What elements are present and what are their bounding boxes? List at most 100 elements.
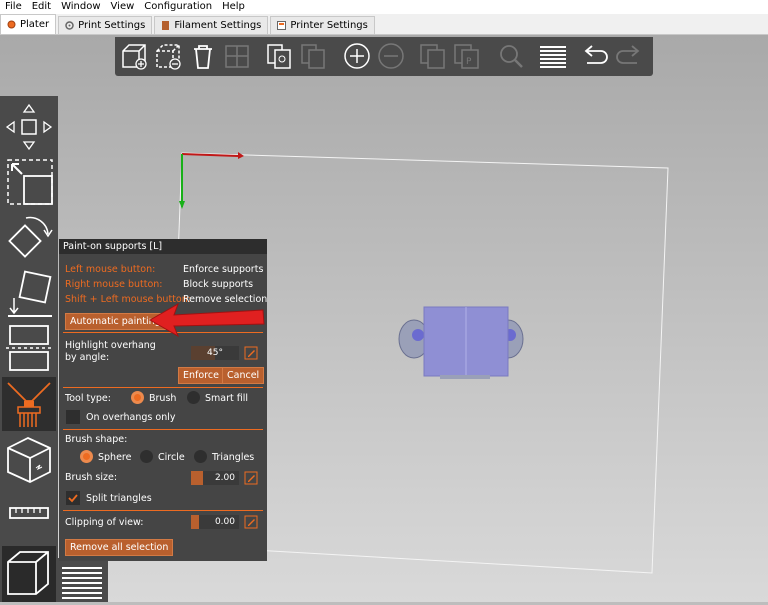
seam-painting-button[interactable] xyxy=(2,432,56,486)
clipping-slider[interactable]: 0.00 xyxy=(191,515,239,529)
left-mouse-label: Left mouse button: xyxy=(65,264,156,275)
add-button[interactable] xyxy=(119,41,151,72)
triangles-label: Triangles xyxy=(212,452,255,463)
tab-label: Print Settings xyxy=(78,20,146,31)
gear-icon xyxy=(65,21,74,30)
tab-label: Filament Settings xyxy=(174,20,262,31)
edit-brush-size-button[interactable] xyxy=(244,471,258,485)
place-on-face-icon xyxy=(8,270,52,317)
split-objects-button[interactable] xyxy=(417,41,449,72)
split-parts-icon: P xyxy=(454,44,479,69)
search-icon xyxy=(500,45,523,68)
brush-size-label: Brush size: xyxy=(65,472,118,483)
split-triangles-checkbox[interactable] xyxy=(66,491,80,505)
cut-tool-button[interactable] xyxy=(2,322,56,376)
cancel-button[interactable]: Cancel xyxy=(222,367,265,384)
tab-label: Printer Settings xyxy=(290,20,368,31)
paste-icon xyxy=(301,44,325,69)
paint-brush-icon xyxy=(7,382,51,427)
gizmo-sidebar xyxy=(0,96,58,602)
spool-icon xyxy=(161,21,170,30)
delete-button[interactable] xyxy=(153,41,185,72)
copy-button[interactable] xyxy=(263,41,295,72)
brush-size-fill xyxy=(191,471,203,485)
enforce-button[interactable]: Enforce xyxy=(178,367,224,384)
angle-value: 45° xyxy=(207,348,223,358)
edit-clipping-button[interactable] xyxy=(244,515,258,529)
arrange-icon xyxy=(225,45,249,68)
rotate-tool-button[interactable] xyxy=(2,212,56,266)
add-object-icon xyxy=(122,44,147,70)
remove-all-selection-button[interactable]: Remove all selection xyxy=(65,539,174,556)
arrange-button[interactable] xyxy=(221,41,253,72)
brush-shape-label: Brush shape: xyxy=(65,434,128,445)
clipping-value: 0.00 xyxy=(214,517,235,527)
measure-tool-button[interactable] xyxy=(2,486,56,540)
undo-button[interactable] xyxy=(579,41,611,72)
paint-supports-panel: Paint-on supports [L] Left mouse button:… xyxy=(59,239,267,561)
separator xyxy=(63,510,263,511)
menu-edit[interactable]: Edit xyxy=(27,0,56,14)
tab-plater[interactable]: Plater xyxy=(0,14,57,34)
sphere-radio[interactable] xyxy=(80,450,93,463)
brush-radio[interactable] xyxy=(131,391,144,404)
pencil-icon xyxy=(244,471,258,485)
tab-filament-settings[interactable]: Filament Settings xyxy=(154,16,269,34)
undo-icon xyxy=(584,45,608,64)
rotate-icon xyxy=(8,216,53,258)
redo-button[interactable] xyxy=(613,41,645,72)
menu-file[interactable]: File xyxy=(0,0,27,14)
triangles-radio[interactable] xyxy=(194,450,207,463)
scale-icon xyxy=(7,159,53,205)
edit-angle-button[interactable] xyxy=(244,346,258,360)
top-toolbar: P xyxy=(115,37,653,76)
place-on-face-button[interactable] xyxy=(2,268,56,322)
checkmark-icon xyxy=(68,494,78,503)
layers-editing-button[interactable] xyxy=(537,41,569,72)
preview-view-button[interactable] xyxy=(58,558,108,602)
move-tool-button[interactable] xyxy=(2,100,56,154)
menu-window[interactable]: Window xyxy=(56,0,105,14)
split-parts-button[interactable]: P xyxy=(451,41,483,72)
circle-label: Circle xyxy=(158,452,185,463)
model xyxy=(398,306,524,379)
annotation-arrow-icon xyxy=(148,302,265,338)
brush-size-slider[interactable]: 2.00 xyxy=(191,471,239,485)
brush-size-value: 2.00 xyxy=(214,473,235,483)
add-instance-icon xyxy=(344,43,370,69)
tab-bar: Plater Print Settings Filament Settings … xyxy=(0,14,768,35)
sphere-label: Sphere xyxy=(98,452,132,463)
circle-radio[interactable] xyxy=(140,450,153,463)
redo-icon xyxy=(616,45,640,64)
plater-icon xyxy=(7,20,16,29)
paint-supports-tool-button[interactable] xyxy=(2,377,56,431)
delete-object-icon xyxy=(156,44,181,70)
pencil-icon xyxy=(244,515,258,529)
left-mouse-action: Enforce supports xyxy=(183,264,264,275)
highlight-angle-label: by angle: xyxy=(65,352,110,363)
clipping-fill xyxy=(191,515,199,529)
x-axis-arrow xyxy=(238,152,244,159)
3d-view-button[interactable] xyxy=(2,546,56,602)
tab-print-settings[interactable]: Print Settings xyxy=(58,16,153,34)
scale-tool-button[interactable] xyxy=(2,156,56,210)
right-mouse-label: Right mouse button: xyxy=(65,279,163,290)
split-objects-icon xyxy=(420,44,445,69)
menu-view[interactable]: View xyxy=(106,0,140,14)
cube-view-icon xyxy=(7,551,49,595)
overhang-angle-input[interactable]: 45° xyxy=(191,346,239,360)
remove-instance-button[interactable] xyxy=(375,41,407,72)
smart-fill-radio[interactable] xyxy=(187,391,200,404)
copy-icon xyxy=(267,44,291,69)
menu-configuration[interactable]: Configuration xyxy=(139,0,217,14)
search-button[interactable] xyxy=(495,41,527,72)
menu-help[interactable]: Help xyxy=(217,0,250,14)
brush-radio-label: Brush xyxy=(149,393,177,404)
on-overhangs-checkbox[interactable] xyxy=(66,410,80,424)
clipping-label: Clipping of view: xyxy=(65,517,144,528)
paste-button[interactable] xyxy=(297,41,329,72)
add-instance-button[interactable] xyxy=(341,41,373,72)
tab-printer-settings[interactable]: Printer Settings xyxy=(270,16,375,34)
on-overhangs-label: On overhangs only xyxy=(86,412,176,423)
delete-all-button[interactable] xyxy=(187,41,219,72)
